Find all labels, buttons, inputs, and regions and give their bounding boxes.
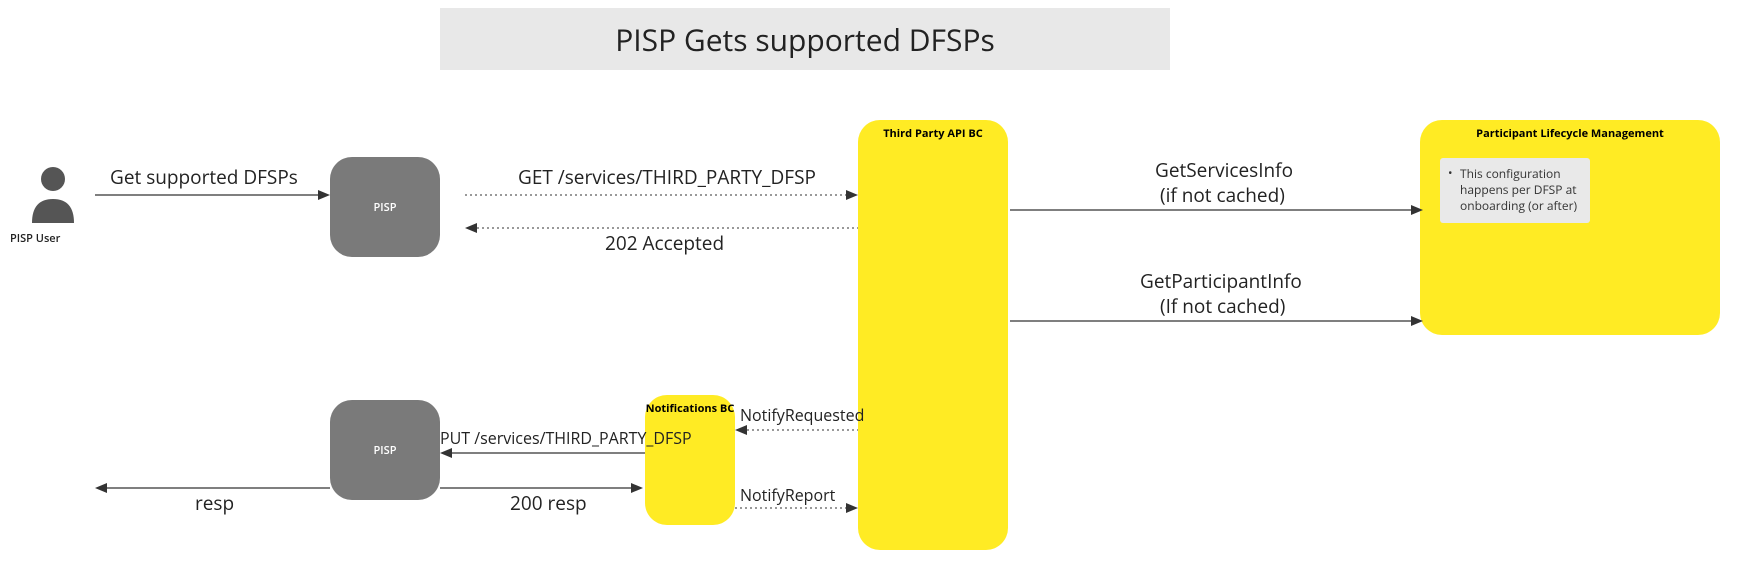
arrow-get-participant-info xyxy=(1010,318,1425,338)
arrow-get-supported xyxy=(95,192,330,212)
arrow-notify-report xyxy=(735,505,860,525)
label-notify-requested: NotifyRequested xyxy=(740,404,864,426)
title-text: PISP Gets supported DFSPs xyxy=(615,19,995,60)
actor-label: PISP User xyxy=(10,231,95,246)
pisp-node-1-label: PISP xyxy=(374,200,397,215)
label-if-not-cached-1: (if not cached) xyxy=(1160,182,1285,208)
arrow-get-services-info xyxy=(1010,207,1425,227)
notifications-bc-node: Notifications BC xyxy=(645,395,735,525)
label-resp: resp xyxy=(195,490,234,516)
arrow-get-services xyxy=(465,192,860,212)
pisp-node-2: PISP xyxy=(330,400,440,500)
label-put-services: PUT /services/THIRD_PARTY_DFSP xyxy=(440,427,692,449)
third-party-api-bc-label: Third Party API BC xyxy=(883,126,983,141)
plm-label: Participant Lifecycle Management xyxy=(1476,126,1664,141)
pisp-node-2-label: PISP xyxy=(374,443,397,458)
label-notify-report: NotifyReport xyxy=(740,484,835,506)
label-get-participant-info: GetParticipantInfo xyxy=(1140,268,1302,294)
label-get-services: GET /services/THIRD_PARTY_DFSP xyxy=(518,164,816,190)
pisp-node-1: PISP xyxy=(330,157,440,257)
notifications-bc-label: Notifications BC xyxy=(646,401,735,416)
label-get-services-info: GetServicesInfo xyxy=(1155,157,1293,183)
third-party-api-bc-node: Third Party API BC xyxy=(858,120,1008,550)
user-icon xyxy=(28,165,78,225)
label-get-supported: Get supported DFSPs xyxy=(110,164,298,190)
arrow-notify-requested xyxy=(735,427,860,447)
plm-node: Participant Lifecycle Management xyxy=(1420,120,1720,335)
label-200-resp: 200 resp xyxy=(510,490,587,516)
label-202-accepted: 202 Accepted xyxy=(605,230,724,256)
diagram-title: PISP Gets supported DFSPs xyxy=(440,8,1170,70)
plm-note: This configuration happens per DFSP at o… xyxy=(1440,158,1590,223)
plm-note-text: This configuration happens per DFSP at o… xyxy=(1460,165,1577,214)
arrow-put-services xyxy=(440,450,645,470)
pisp-user-actor: PISP User xyxy=(10,165,95,246)
label-if-not-cached-2: (If not cached) xyxy=(1160,293,1285,319)
